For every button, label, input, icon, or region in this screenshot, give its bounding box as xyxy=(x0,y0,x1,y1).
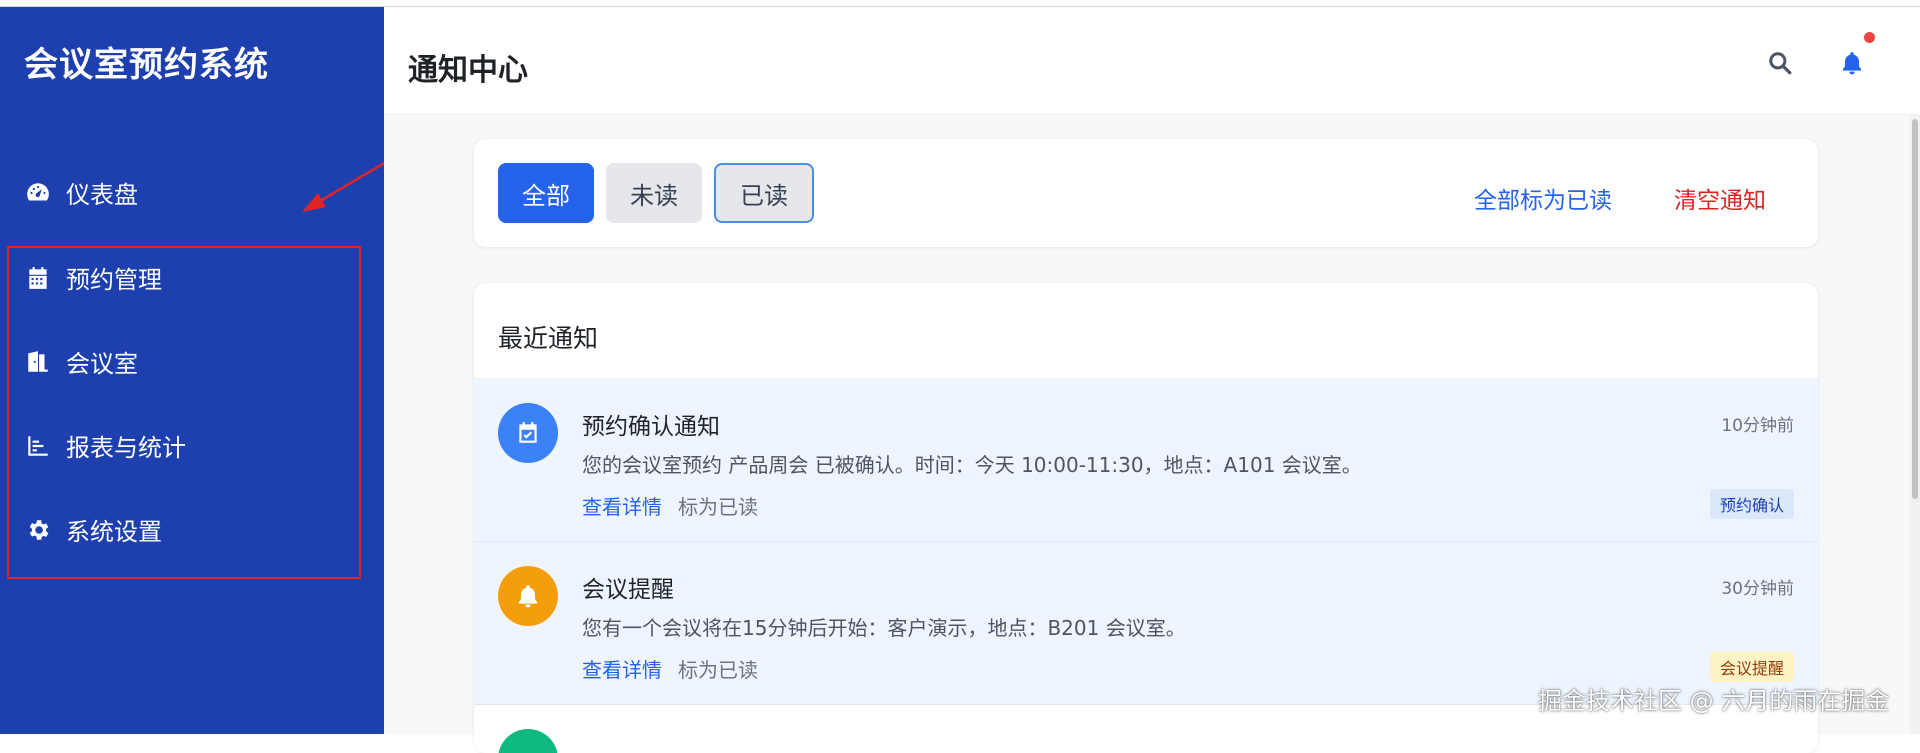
unread-dot xyxy=(1864,32,1875,43)
bell-icon xyxy=(498,566,558,626)
category-badge: 会议提醒 xyxy=(1709,652,1794,682)
view-details-link[interactable]: 查看详情 xyxy=(582,491,662,520)
search-icon xyxy=(1769,52,1792,75)
clear-notifications-link[interactable]: 清空通知 xyxy=(1674,181,1766,215)
notification-title: 会议提醒 xyxy=(582,577,674,603)
sidebar-item-settings[interactable]: 系统设置 xyxy=(24,512,162,547)
filter-card: 全部 未读 已读 全部标为已读 清空通知 xyxy=(474,139,1818,247)
notification-avatar xyxy=(498,729,558,753)
mark-read-link[interactable]: 标为已读 xyxy=(678,654,758,683)
watermark: 掘金技术社区 @ 六月的雨在掘金 xyxy=(1538,687,1890,715)
mark-all-read-link[interactable]: 全部标为已读 xyxy=(1474,181,1612,215)
notification-body: 您的会议室预约 产品周会 已被确认。时间：今天 10:00-11:30，地点：A… xyxy=(582,453,1362,477)
notification-title: 预约确认通知 xyxy=(582,414,720,440)
bell-icon xyxy=(1842,52,1862,75)
sidebar-item-label: 系统设置 xyxy=(66,518,162,546)
calendar-icon xyxy=(24,264,52,292)
sidebar: 会议室预约系统 仪表盘 预约管理 会议室 报表与统计 系统设置 xyxy=(0,7,384,734)
sidebar-item-bookings[interactable]: 预约管理 xyxy=(24,260,162,295)
list-title: 最近通知 xyxy=(498,324,599,353)
notifications-button[interactable] xyxy=(1836,47,1868,79)
top-header: 通知中心 xyxy=(384,7,1920,115)
view-details-link[interactable]: 查看详情 xyxy=(582,654,662,683)
sidebar-item-dashboard[interactable]: 仪表盘 xyxy=(24,175,138,210)
notification-item[interactable]: 预约确认通知 10分钟前 您的会议室预约 产品周会 已被确认。时间：今天 10:… xyxy=(474,379,1818,542)
mark-read-link[interactable]: 标为已读 xyxy=(678,491,758,520)
dashboard-icon xyxy=(24,179,52,207)
bar-chart-icon xyxy=(24,432,52,460)
sidebar-item-rooms[interactable]: 会议室 xyxy=(24,344,138,379)
sidebar-item-label: 仪表盘 xyxy=(66,181,138,209)
door-icon xyxy=(24,348,52,376)
notification-body: 您有一个会议将在15分钟后开始：客户演示，地点：B201 会议室。 xyxy=(582,616,1186,640)
window-top-border xyxy=(0,0,1920,7)
sidebar-item-label: 预约管理 xyxy=(66,266,162,294)
calendar-check-icon xyxy=(498,403,558,463)
filter-all-button[interactable]: 全部 xyxy=(498,163,594,223)
filter-unread-button[interactable]: 未读 xyxy=(606,163,702,223)
scrollbar-thumb[interactable] xyxy=(1912,119,1918,499)
search-button[interactable] xyxy=(1764,47,1796,79)
notification-time: 10分钟前 xyxy=(1721,416,1794,436)
page-scrollbar[interactable] xyxy=(1910,115,1920,734)
sidebar-item-reports[interactable]: 报表与统计 xyxy=(24,428,186,463)
sidebar-item-label: 报表与统计 xyxy=(66,434,186,462)
main-content: 通知中心 全部 未读 已读 全部标为已读 清空通知 最近通知 预约确认通知 10… xyxy=(384,7,1920,753)
notification-time: 30分钟前 xyxy=(1721,579,1794,599)
filter-read-button[interactable]: 已读 xyxy=(714,163,814,223)
page-title: 通知中心 xyxy=(408,53,528,88)
gear-icon xyxy=(24,516,52,544)
app-brand: 会议室预约系统 xyxy=(24,45,269,85)
sidebar-item-label: 会议室 xyxy=(66,350,138,378)
category-badge: 预约确认 xyxy=(1709,489,1794,519)
